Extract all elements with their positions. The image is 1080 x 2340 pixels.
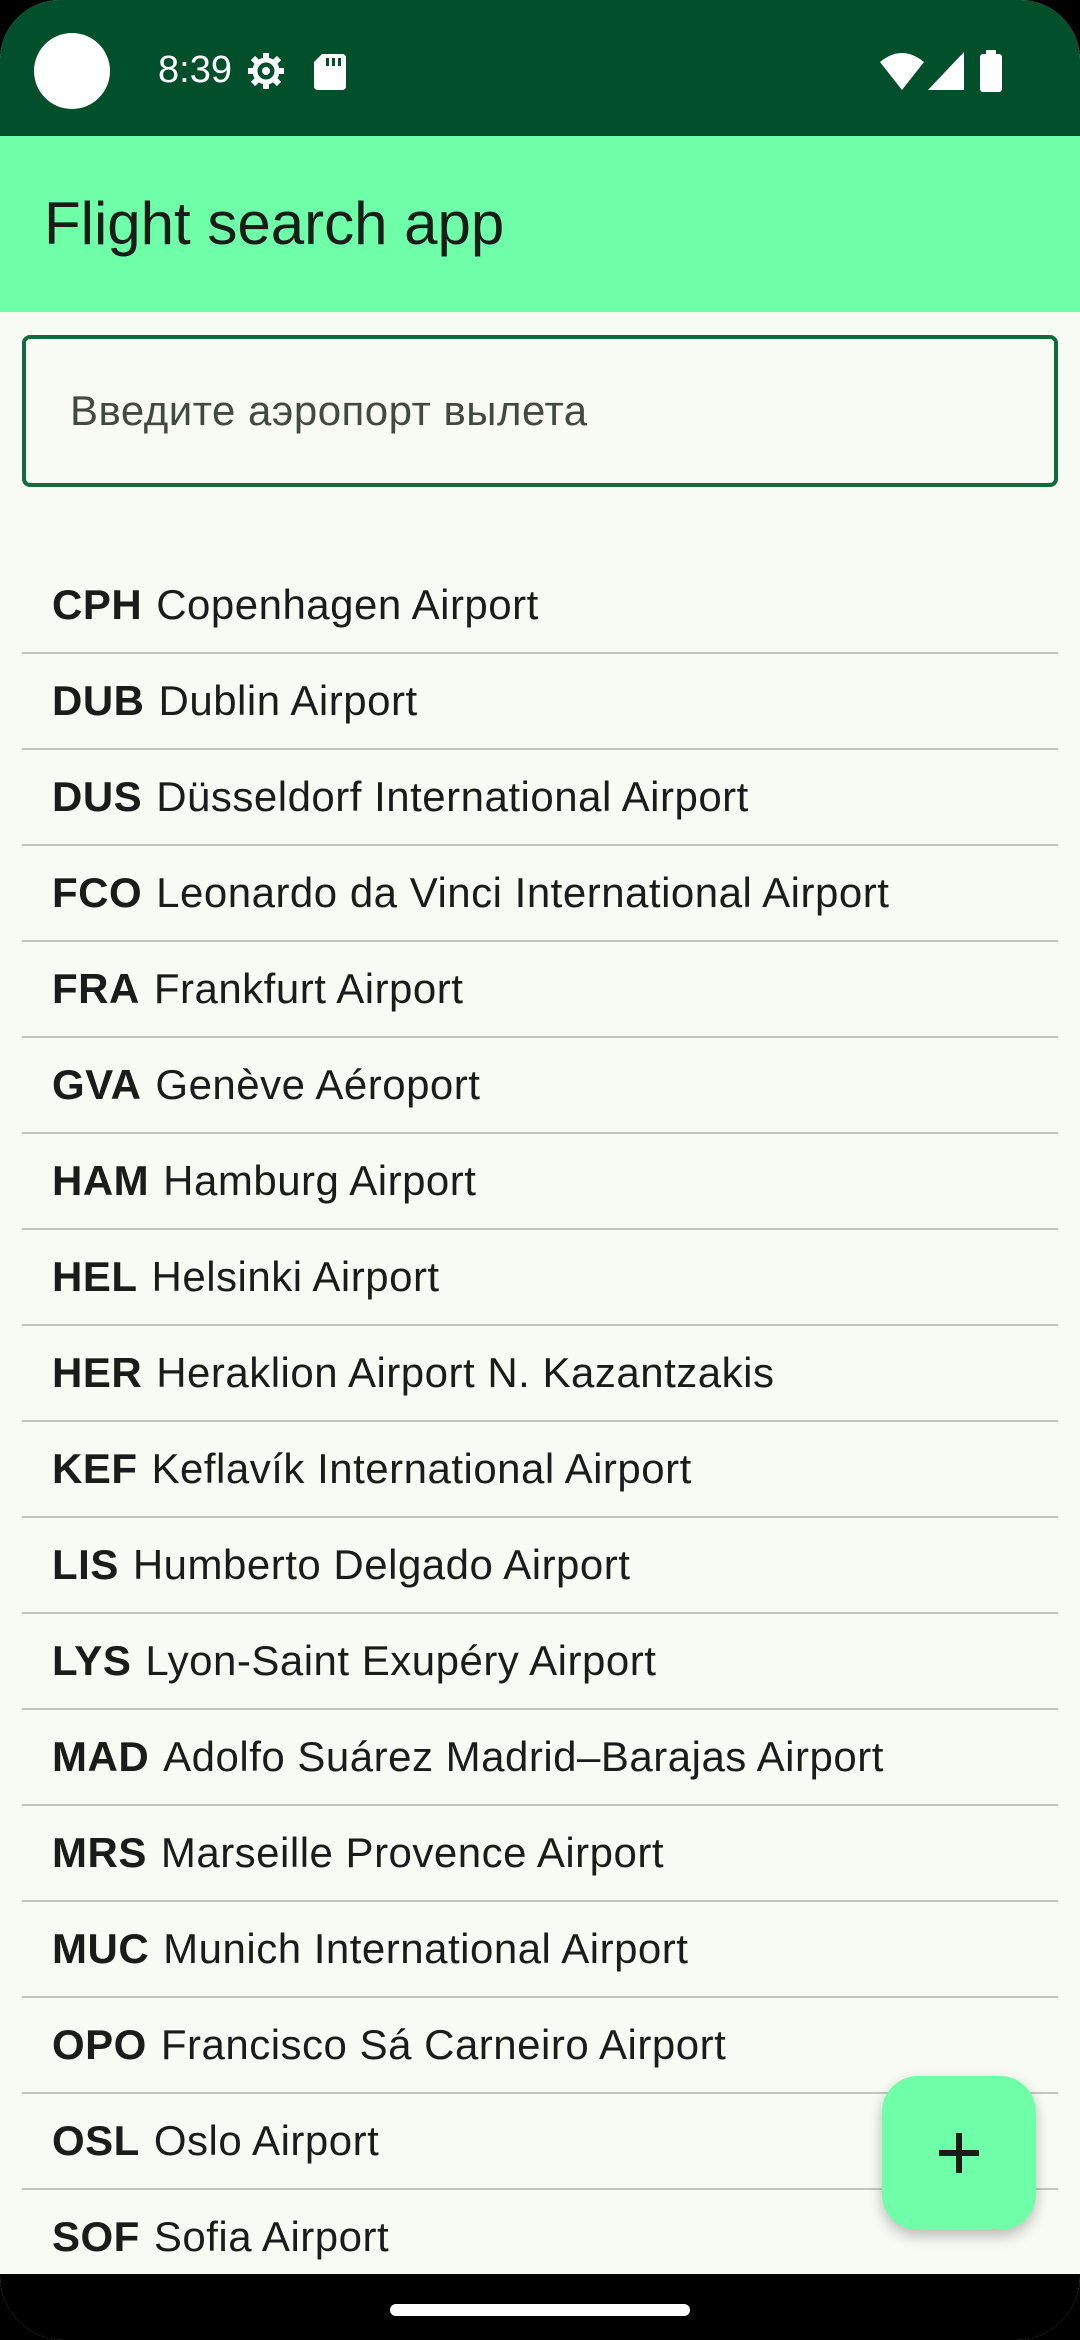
airport-name: Adolfo Suárez Madrid–Barajas Airport	[163, 1733, 884, 1780]
airport-code: DUB	[52, 677, 145, 724]
wifi-icon	[880, 53, 924, 90]
battery-icon	[980, 50, 1002, 92]
airport-name: Humberto Delgado Airport	[132, 1541, 631, 1588]
airport-list-item[interactable]: HAM Hamburg Airport	[22, 1134, 1058, 1230]
status-time: 8:39	[158, 49, 232, 91]
airport-name: Copenhagen Airport	[156, 581, 539, 628]
airport-code: LYS	[52, 1637, 132, 1684]
airport-list[interactable]: CPH Copenhagen Airport DUB Dublin Airport DU…	[22, 558, 1058, 2260]
airport-name: Frankfurt Airport	[153, 965, 464, 1012]
airport-name: Hamburg Airport	[163, 1157, 477, 1204]
airport-name: Francisco Sá Carneiro Airport	[160, 2021, 727, 2068]
airport-name: Leonardo da Vinci International Airport	[156, 869, 890, 916]
cellular-signal-icon	[928, 52, 964, 90]
airport-list-item[interactable]: CPH Copenhagen Airport	[22, 558, 1058, 654]
add-button[interactable]	[882, 2076, 1036, 2230]
airport-code: HEL	[52, 1253, 138, 1300]
app-title: Flight search app	[44, 190, 505, 257]
camera-cutout	[34, 33, 110, 109]
status-bar: 8:39	[0, 0, 1080, 136]
airport-code: GVA	[52, 1061, 142, 1108]
airport-list-item[interactable]: LYS Lyon-Saint Exupéry Airport	[22, 1614, 1058, 1710]
airport-name: Dublin Airport	[158, 677, 418, 724]
airport-code: OSL	[52, 2117, 140, 2164]
airport-name: Oslo Airport	[153, 2117, 380, 2164]
airport-list-item[interactable]: FCO Leonardo da Vinci International Airpo…	[22, 846, 1058, 942]
airport-code: LIS	[52, 1541, 119, 1588]
airport-name: Sofia Airport	[153, 2213, 390, 2260]
settings-gear-icon	[248, 53, 284, 89]
airport-name: Genève Aéroport	[155, 1061, 481, 1108]
airport-name: Helsinki Airport	[151, 1253, 440, 1300]
airport-list-item[interactable]: MRS Marseille Provence Airport	[22, 1806, 1058, 1902]
departure-airport-search-field[interactable]	[22, 335, 1058, 487]
home-gesture-handle[interactable]	[390, 2304, 690, 2316]
airport-list-item[interactable]: MUC Munich International Airport	[22, 1902, 1058, 1998]
phone-screen: 8:39 Flight search app Введите аэропорт …	[0, 0, 1080, 2340]
airport-list-item[interactable]: KEF Keflavík International Airport	[22, 1422, 1058, 1518]
departure-airport-search-input[interactable]	[26, 339, 1054, 483]
airport-list-item[interactable]: HER Heraklion Airport N. Kazantzakis	[22, 1326, 1058, 1422]
app-bar: Flight search app	[0, 136, 1080, 312]
airport-list-item[interactable]: HEL Helsinki Airport	[22, 1230, 1058, 1326]
airport-list-item[interactable]: FRA Frankfurt Airport	[22, 942, 1058, 1038]
airport-code: MUC	[52, 1925, 150, 1972]
airport-list-item[interactable]: MAD Adolfo Suárez Madrid–Barajas Airport	[22, 1710, 1058, 1806]
airport-code: HAM	[52, 1157, 150, 1204]
airport-code: MAD	[52, 1733, 150, 1780]
airport-code: FRA	[52, 965, 140, 1012]
airport-name: Düsseldorf International Airport	[156, 773, 749, 820]
airport-code: CPH	[52, 581, 143, 628]
airport-code: FCO	[52, 869, 143, 916]
airport-code: DUS	[52, 773, 143, 820]
airport-name: Lyon-Saint Exupéry Airport	[145, 1637, 657, 1684]
sd-card-icon	[314, 54, 346, 90]
airport-list-item[interactable]: DUB Dublin Airport	[22, 654, 1058, 750]
airport-code: OPO	[52, 2021, 147, 2068]
airport-name: Marseille Provence Airport	[160, 1829, 665, 1876]
airport-code: SOF	[52, 2213, 140, 2260]
airport-code: HER	[52, 1349, 143, 1396]
airport-name: Heraklion Airport N. Kazantzakis	[156, 1349, 775, 1396]
airport-name: Keflavík International Airport	[151, 1445, 692, 1492]
airport-code: KEF	[52, 1445, 138, 1492]
plus-icon	[939, 2133, 979, 2173]
airport-list-item[interactable]: DUS Düsseldorf International Airport	[22, 750, 1058, 846]
airport-list-item[interactable]: LIS Humberto Delgado Airport	[22, 1518, 1058, 1614]
airport-code: MRS	[52, 1829, 147, 1876]
airport-name: Munich International Airport	[163, 1925, 689, 1972]
navigation-bar	[0, 2274, 1080, 2340]
airport-list-item[interactable]: GVA Genève Aéroport	[22, 1038, 1058, 1134]
